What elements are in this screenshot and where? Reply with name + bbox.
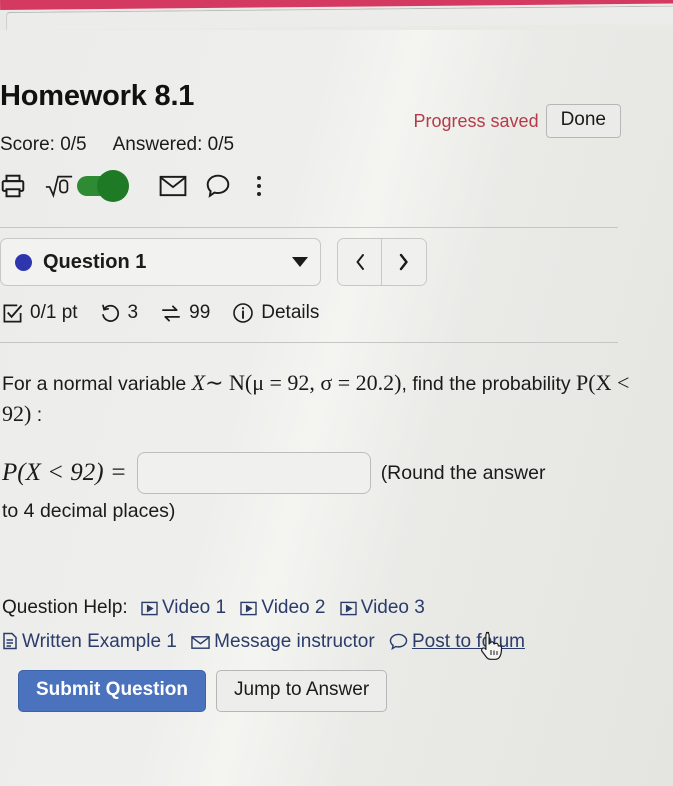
submit-question-button[interactable]: Submit Question [18,670,206,712]
video-icon [141,595,158,626]
question-status-dot [15,253,32,271]
attempts-count: 3 [127,302,139,323]
undo-attempts-icon [101,304,119,322]
help-link-message-instructor[interactable]: Message instructor [191,631,375,652]
random-variable-x: X [191,370,206,395]
answered-label: Answered: 0/5 [112,134,235,155]
question-help-label: Question Help: [2,597,128,618]
checkbox-checked-icon [3,304,23,322]
question-body: For a normal variable X∼ N(μ = 92, σ = 2… [2,368,642,523]
prompt-part-1: For a normal variable [2,373,187,395]
action-buttons: Submit Question Jump to Answer [18,670,388,712]
document-icon [2,629,18,660]
help-link-video-2[interactable]: Video 2 [240,597,325,618]
divider-bottom [0,342,618,343]
video-icon [340,595,357,626]
previous-question-button[interactable] [338,239,382,285]
kebab-dot [257,184,261,188]
chevron-right-icon [399,253,408,271]
help-link-text: Post to forum [411,631,525,652]
kebab-menu-icon[interactable] [249,173,269,199]
tilde-symbol: ∼ [205,370,224,395]
video-icon [240,595,258,626]
prompt-part-4: : [36,404,43,426]
points-label: 0/1 pt [30,302,78,323]
progress-status: Progress saved [413,110,539,131]
math-preview-toggle[interactable] [44,170,129,202]
question-select[interactable]: Question 1 [0,238,321,286]
kebab-dot [257,176,261,180]
chat-icon[interactable] [205,173,231,199]
question-meta-row: 0/1 pt 3 99 Details [2,302,319,324]
help-link-text: Video 1 [161,597,227,618]
help-link-text: Video 2 [261,597,326,618]
help-link-text: Message instructor [214,631,375,652]
score-row: Score: 0/5 Answered: 0/5 [0,134,234,156]
help-link-video-3[interactable]: Video 3 [340,597,425,618]
jump-to-answer-button[interactable]: Jump to Answer [216,670,388,712]
math-preview-icon [45,175,73,198]
toggle-track [77,170,129,202]
help-link-written-example[interactable]: Written Example 1 [2,631,177,652]
question-select-label: Question 1 [43,250,147,273]
envelope-icon [191,629,210,660]
question-navigation-bar: Question 1 [0,238,427,286]
browser-window-edge [6,5,673,30]
versions-count: 99 [189,302,211,323]
question-nav-group [337,238,427,286]
help-link-text: Written Example 1 [22,631,177,652]
rounding-note-line1: (Round the answer [380,461,546,484]
divider-top [0,227,618,228]
help-link-text: Video 3 [360,597,425,618]
help-link-post-to-forum[interactable]: Post to forum [389,631,525,652]
next-question-button[interactable] [382,239,426,285]
answer-equation-label: P(X < 92) = [2,459,127,486]
answer-input[interactable] [136,452,371,494]
answer-row: P(X < 92) = (Round the answer to 4 decim… [2,452,642,523]
browser-chrome [0,0,673,30]
mail-icon[interactable] [159,173,187,199]
toggle-knob [97,170,129,202]
kebab-dot [257,192,261,196]
question-help: Question Help: Video 1 Video 2 Video 3 W… [2,592,662,660]
score-label: Score: 0/5 [0,134,87,155]
print-icon[interactable] [0,173,26,199]
rounding-note-line2: to 4 decimal places) [2,500,176,522]
assignment-toolbar [0,166,269,206]
progress-area: Progress saved Done [414,104,621,138]
chevron-left-icon [356,254,364,270]
chevron-down-icon [292,257,308,267]
help-link-video-1[interactable]: Video 1 [141,597,226,618]
versions-swap-icon [162,304,181,322]
details-label[interactable]: Details [261,302,319,324]
page-title: Homework 8.1 [0,80,195,112]
distribution-expression: N(μ = 92, σ = 20.2) [228,370,402,395]
info-icon[interactable] [232,302,254,324]
page-header [12,30,661,86]
prompt-part-3: probability [481,373,571,395]
assignment-page: Homework 8.1 Progress saved Done Score: … [0,30,673,786]
prompt-part-2: , find the [401,373,477,395]
done-button[interactable]: Done [545,104,621,138]
chat-bubble-icon [389,629,408,660]
question-prompt: For a normal variable X∼ N(μ = 92, σ = 2… [2,368,642,430]
